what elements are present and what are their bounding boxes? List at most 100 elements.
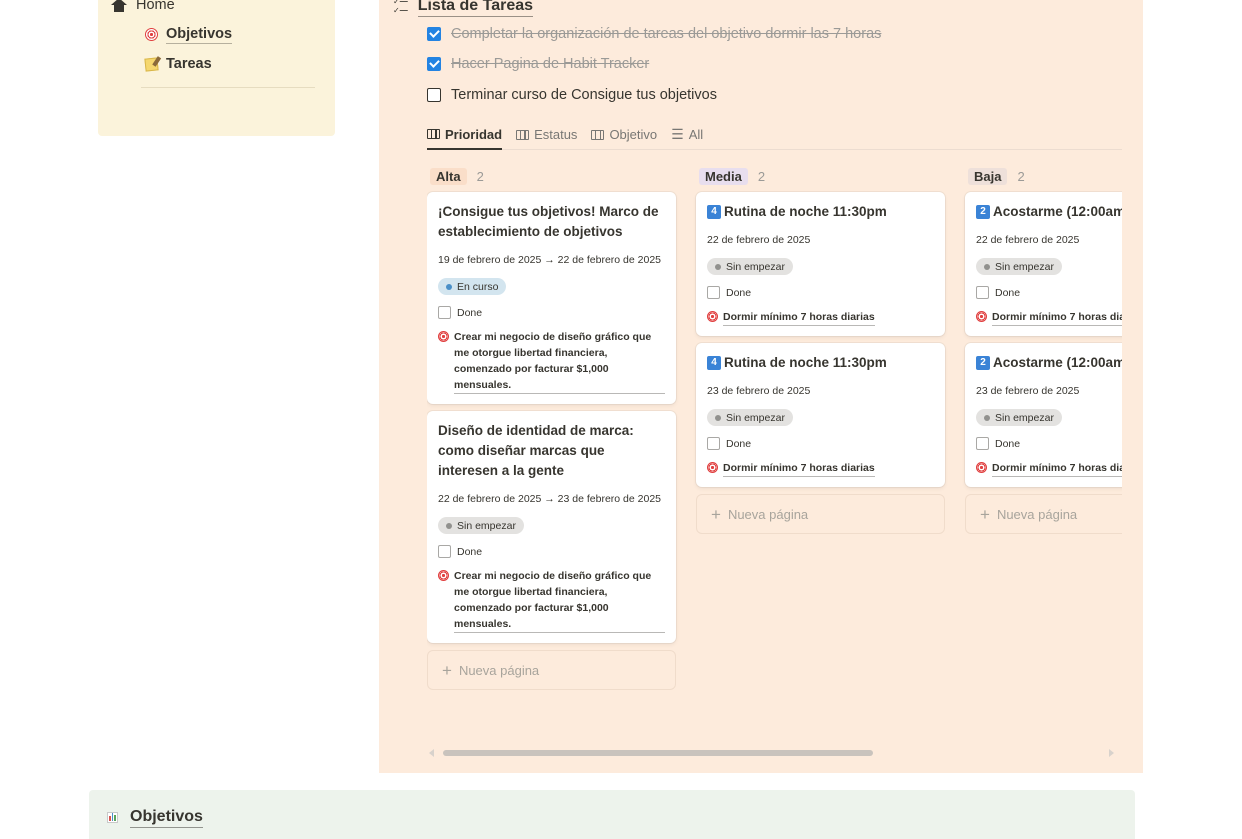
board-card[interactable]: 2 Acostarme (12:00am) 22 de febrero de 20…: [965, 192, 1122, 336]
todo-checkbox[interactable]: [427, 88, 441, 102]
board-view-icon: [516, 129, 530, 140]
column-tag: Media: [699, 167, 748, 185]
done-label: Done: [726, 286, 752, 299]
board-card[interactable]: ¡Consigue tus objetivos! Marco de establ…: [427, 192, 676, 404]
done-label: Done: [995, 286, 1021, 299]
card-title: 2 Acostarme (12:00am): [976, 202, 1122, 222]
status-badge: Sin empezar: [976, 409, 1062, 426]
tab-all[interactable]: ☰ All: [671, 120, 703, 149]
objetivos-section: Objetivos: [89, 790, 1135, 839]
list-title-label: Lista de Tareas: [417, 0, 534, 17]
target-icon: [976, 311, 987, 322]
relation-link[interactable]: Crear mi negocio de diseño gráfico que m…: [438, 329, 665, 394]
bar-chart-icon: [107, 812, 118, 823]
todo-checkbox[interactable]: [427, 27, 441, 41]
scroll-right-icon[interactable]: [1109, 749, 1114, 757]
done-checkbox[interactable]: [976, 286, 989, 299]
todo-text: Completar la organización de tareas del …: [451, 26, 882, 42]
board-card[interactable]: 4 Rutina de noche 11:30pm 23 de febrero d…: [696, 343, 945, 487]
target-icon: [707, 462, 718, 473]
done-checkbox[interactable]: [438, 545, 451, 558]
tab-prioridad[interactable]: Prioridad: [427, 120, 503, 150]
status-badge: Sin empezar: [438, 517, 524, 534]
column-count: 2: [1017, 168, 1025, 184]
done-label: Done: [457, 545, 483, 558]
board-view-icon: [591, 129, 605, 140]
scrollbar-thumb[interactable]: [443, 750, 873, 756]
number-badge-icon: 4: [707, 205, 721, 219]
relation-link[interactable]: Crear mi negocio de diseño gráfico que m…: [438, 568, 665, 633]
scroll-left-icon[interactable]: [429, 749, 434, 757]
done-checkbox[interactable]: [707, 437, 720, 450]
board-card[interactable]: 2 Acostarme (12:00am) 23 de febrero de 20…: [965, 343, 1122, 487]
plus-icon: +: [711, 504, 721, 524]
todo-item[interactable]: Terminar curso de Consigue tus objetivos: [427, 87, 717, 103]
card-date: 19 de febrero de 2025 → 22 de febrero de…: [438, 254, 662, 266]
board-view-icon: [427, 129, 440, 139]
list-title[interactable]: ✓― ✓― Lista de Tareas: [393, 0, 534, 17]
relation-link[interactable]: Dormir mínimo 7 horas diarias: [707, 309, 934, 326]
board-column-media: Media 2 4 Rutina de noche 11:30pm 22 de f…: [696, 160, 945, 534]
card-date: 22 de febrero de 2025: [976, 234, 1080, 246]
done-label: Done: [726, 437, 752, 450]
done-checkbox[interactable]: [438, 306, 451, 319]
kanban-board: Alta 2 ¡Consigue tus objetivos! Marco de…: [427, 160, 1122, 740]
done-checkbox-row[interactable]: Done: [707, 437, 934, 450]
card-date: 23 de febrero de 2025: [976, 385, 1080, 397]
view-tabs: Prioridad Estatus Objetivo ☰ All: [427, 120, 1122, 150]
done-checkbox[interactable]: [707, 286, 720, 299]
new-page-label: Nueva página: [727, 506, 809, 522]
relation-link[interactable]: Dormir mínimo 7 horas diarias: [976, 460, 1122, 477]
objetivos-title-label: Objetivos: [130, 807, 203, 828]
sidebar-divider: [141, 87, 315, 88]
done-checkbox-row[interactable]: Done: [976, 437, 1122, 450]
checklist-icon: ✓― ✓―: [393, 0, 408, 15]
sidebar-item-label: Objetivos: [166, 26, 233, 44]
column-header[interactable]: Media 2: [696, 160, 945, 192]
relation-link[interactable]: Dormir mínimo 7 horas diarias: [707, 460, 934, 477]
new-page-button[interactable]: + Nueva página: [965, 494, 1122, 534]
done-checkbox-row[interactable]: Done: [438, 306, 665, 319]
sidebar-item-home[interactable]: Home: [110, 0, 175, 14]
objetivos-title[interactable]: Objetivos: [107, 807, 203, 828]
relation-link[interactable]: Dormir mínimo 7 horas diarias: [976, 309, 1122, 326]
column-header[interactable]: Alta 2: [427, 160, 676, 192]
done-checkbox-row[interactable]: Done: [976, 286, 1122, 299]
board-column-baja: Baja 2 2 Acostarme (12:00am) 22 de febrer…: [965, 160, 1122, 534]
status-badge: Sin empezar: [707, 258, 793, 275]
done-checkbox-row[interactable]: Done: [707, 286, 934, 299]
card-date: 22 de febrero de 2025: [707, 234, 811, 246]
new-page-button[interactable]: + Nueva página: [696, 494, 945, 534]
status-badge: Sin empezar: [707, 409, 793, 426]
number-badge-icon: 4: [707, 356, 721, 370]
todo-checkbox[interactable]: [427, 57, 441, 71]
tab-estatus[interactable]: Estatus: [516, 120, 577, 149]
card-date: 22 de febrero de 2025 → 23 de febrero de…: [438, 493, 662, 505]
column-count: 2: [757, 168, 766, 184]
target-icon: [438, 570, 449, 581]
done-checkbox[interactable]: [976, 437, 989, 450]
card-title: 2 Acostarme (12:00am): [976, 353, 1122, 373]
column-tag: Baja: [968, 167, 1008, 185]
column-header[interactable]: Baja 2: [965, 160, 1122, 192]
board-card[interactable]: Diseño de identidad de marca: como diseñ…: [427, 411, 676, 643]
number-badge-icon: 2: [976, 205, 990, 219]
todo-item[interactable]: Completar la organización de tareas del …: [427, 26, 881, 42]
card-title: Diseño de identidad de marca: como diseñ…: [438, 423, 634, 478]
sidebar-item-label: Tareas: [166, 56, 212, 72]
todo-item[interactable]: Hacer Pagina de Habit Tracker: [427, 56, 649, 72]
new-page-label: Nueva página: [458, 662, 540, 678]
board-card[interactable]: 4 Rutina de noche 11:30pm 22 de febrero d…: [696, 192, 945, 336]
sidebar-item-objetivos[interactable]: Objetivos: [145, 25, 233, 44]
number-badge-icon: 2: [976, 356, 990, 370]
done-checkbox-row[interactable]: Done: [438, 545, 665, 558]
new-page-button[interactable]: + Nueva página: [427, 650, 676, 690]
target-icon: [438, 331, 449, 342]
target-icon: [145, 28, 158, 41]
sidebar-item-tareas[interactable]: Tareas: [144, 55, 212, 73]
horizontal-scrollbar[interactable]: [427, 748, 1122, 758]
card-date: 23 de febrero de 2025: [707, 385, 811, 397]
tab-objetivo[interactable]: Objetivo: [591, 120, 657, 149]
plus-icon: +: [442, 660, 452, 680]
tab-label: All: [688, 127, 704, 142]
